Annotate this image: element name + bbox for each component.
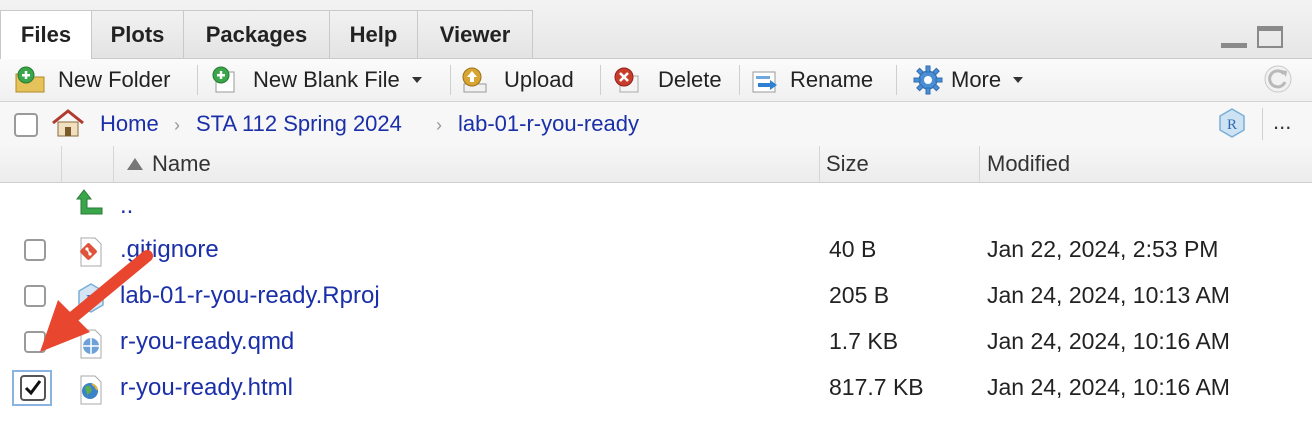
refresh-icon[interactable] <box>1263 64 1293 94</box>
new-folder-label: New Folder <box>58 67 171 92</box>
breadcrumb-course[interactable]: STA 112 Spring 2024 <box>196 111 402 137</box>
toolbar-divider <box>450 65 451 95</box>
minimize-pane-button[interactable] <box>1221 30 1247 48</box>
toolbar-divider <box>600 65 601 95</box>
toolbar-divider <box>739 65 740 95</box>
column-divider <box>819 146 820 182</box>
file-checkbox[interactable] <box>24 239 46 261</box>
files-toolbar: New Folder New Blank File Upload Delete <box>0 59 1312 102</box>
file-size: 817.7 KB <box>829 374 924 400</box>
rename-icon <box>752 71 777 93</box>
breadcrumb-more-divider <box>1262 108 1263 140</box>
file-size: 205 B <box>829 282 890 308</box>
rproj-file-icon: R <box>78 283 104 313</box>
parent-directory-link[interactable]: .. <box>120 192 133 220</box>
name-column-header[interactable]: Name <box>152 151 211 177</box>
quarto-file-icon <box>80 329 102 359</box>
pane-tab-bar: Files Plots Packages Help Viewer <box>0 0 1312 59</box>
rename-label: Rename <box>790 67 874 92</box>
delete-icon <box>614 67 639 93</box>
rproject-icon[interactable]: R <box>1216 107 1248 139</box>
home-icon[interactable] <box>50 108 86 138</box>
file-modified: Jan 24, 2024, 10:16 AM <box>987 374 1230 400</box>
chevron-right-icon: › <box>174 115 180 135</box>
file-modified: Jan 22, 2024, 2:53 PM <box>987 236 1219 262</box>
toolbar-divider <box>896 65 897 95</box>
delete-label: Delete <box>658 67 722 92</box>
gear-icon <box>913 65 943 95</box>
breadcrumb: Home › STA 112 Spring 2024 › lab-01-r-yo… <box>0 102 1312 147</box>
maximize-pane-button[interactable] <box>1257 26 1283 48</box>
upload-button[interactable]: Upload <box>460 63 574 97</box>
up-arrow-icon <box>76 189 103 215</box>
parent-directory-row[interactable]: .. <box>0 184 1312 230</box>
file-name-link[interactable]: lab-01-r-you-ready.Rproj <box>120 282 380 310</box>
tab-plots[interactable]: Plots <box>91 10 184 58</box>
select-all-checkbox[interactable] <box>14 113 38 137</box>
size-column-header[interactable]: Size <box>826 151 869 177</box>
tab-viewer[interactable]: Viewer <box>417 10 533 58</box>
file-size: 40 B <box>829 236 877 262</box>
toolbar-divider <box>197 65 198 95</box>
new-blank-file-button[interactable]: New Blank File <box>208 63 422 97</box>
chevron-down-icon <box>1013 77 1024 83</box>
git-file-icon <box>80 237 102 267</box>
modified-column-header[interactable]: Modified <box>987 151 1070 177</box>
chevron-down-icon <box>411 77 422 83</box>
html-file-icon <box>80 375 102 405</box>
file-row[interactable]: r-you-ready.qmd 1.7 KB Jan 24, 2024, 10:… <box>0 320 1312 366</box>
column-divider <box>113 146 114 182</box>
new-file-icon <box>212 66 235 93</box>
svg-text:R: R <box>1227 117 1237 133</box>
file-checkbox[interactable] <box>24 285 46 307</box>
breadcrumb-home[interactable]: Home <box>100 111 159 137</box>
file-name-link[interactable]: .gitignore <box>120 236 219 264</box>
file-row[interactable]: .gitignore 40 B Jan 22, 2024, 2:53 PM <box>0 228 1312 274</box>
tab-packages[interactable]: Packages <box>183 10 330 58</box>
new-blank-file-label: New Blank File <box>253 67 400 92</box>
file-checkbox[interactable] <box>24 331 46 353</box>
file-list-header: Name Size Modified <box>0 146 1312 183</box>
column-divider <box>979 146 980 182</box>
file-name-link[interactable]: r-you-ready.html <box>120 374 293 402</box>
svg-text:R: R <box>86 293 96 308</box>
breadcrumb-current-folder[interactable]: lab-01-r-you-ready <box>458 111 639 137</box>
file-name-link[interactable]: r-you-ready.qmd <box>120 328 294 356</box>
chevron-right-icon: › <box>436 115 442 135</box>
file-row[interactable]: r-you-ready.html 817.7 KB Jan 24, 2024, … <box>0 366 1312 412</box>
checkmark-icon <box>24 380 42 396</box>
file-modified: Jan 24, 2024, 10:13 AM <box>987 282 1230 308</box>
rename-button[interactable]: Rename <box>750 63 873 97</box>
file-checkbox[interactable] <box>20 375 46 401</box>
new-folder-icon <box>15 66 45 93</box>
sort-ascending-icon[interactable] <box>126 157 144 171</box>
delete-button[interactable]: Delete <box>612 63 722 97</box>
upload-label: Upload <box>504 67 574 92</box>
tab-help[interactable]: Help <box>329 10 418 58</box>
column-divider <box>61 146 62 182</box>
file-size: 1.7 KB <box>829 328 899 354</box>
more-label: More <box>951 67 1002 92</box>
upload-icon <box>462 67 487 93</box>
file-row[interactable]: R lab-01-r-you-ready.Rproj 205 B Jan 24,… <box>0 274 1312 320</box>
file-modified: Jan 24, 2024, 10:16 AM <box>987 328 1230 354</box>
breadcrumb-more-button[interactable]: ... <box>1273 109 1291 135</box>
new-folder-button[interactable]: New Folder <box>14 63 170 97</box>
more-button[interactable]: More <box>913 63 1024 97</box>
tab-files[interactable]: Files <box>0 10 92 59</box>
